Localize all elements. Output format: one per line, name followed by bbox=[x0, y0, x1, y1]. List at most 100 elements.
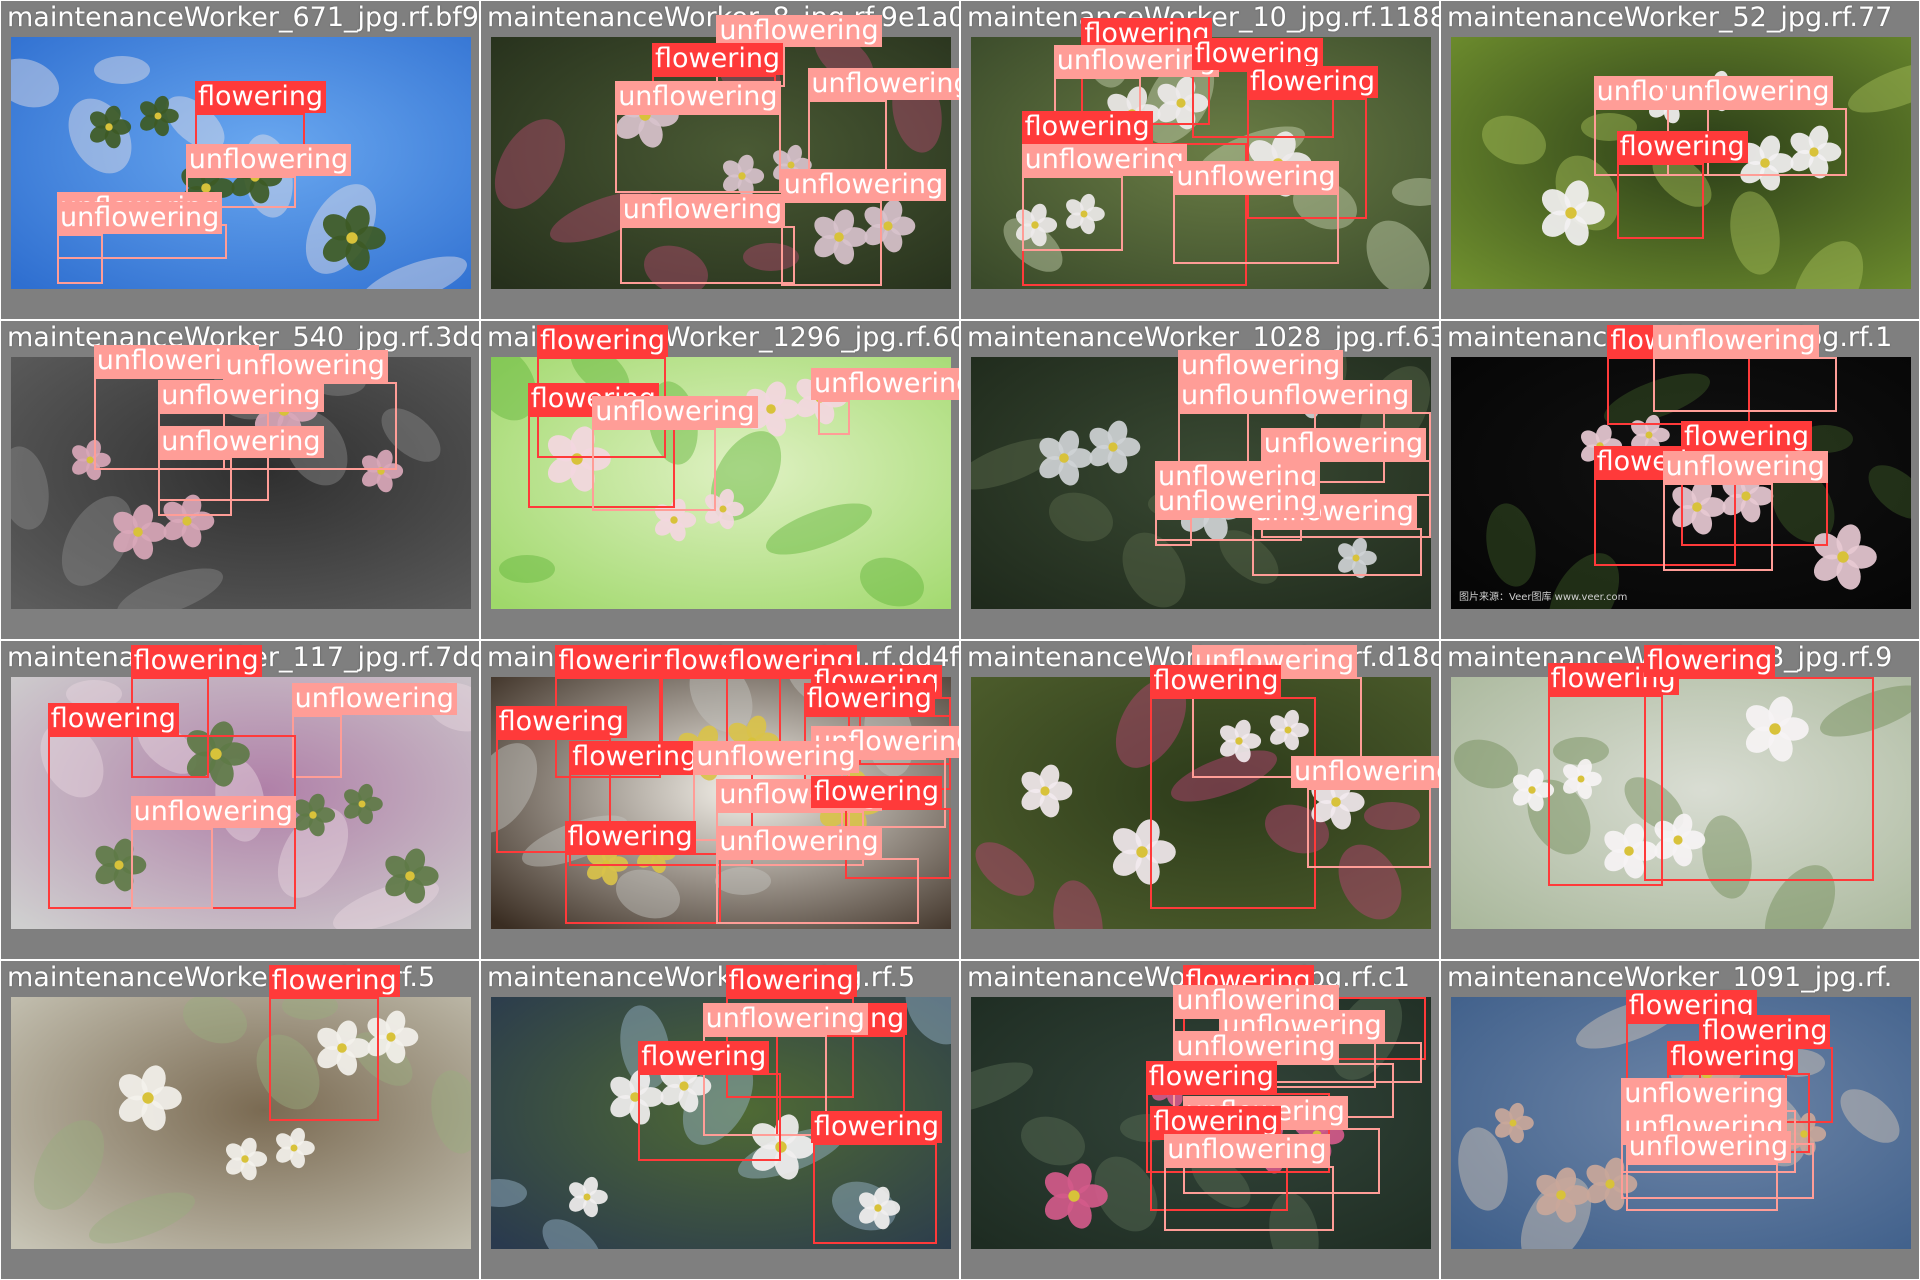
class-label: flowering bbox=[195, 80, 327, 113]
class-label: unflowering bbox=[1260, 428, 1427, 461]
class-label: flowering bbox=[569, 740, 701, 773]
class-label: unflowering bbox=[1291, 755, 1439, 788]
class-label: unflowering bbox=[222, 350, 388, 383]
class-label: flowering bbox=[130, 645, 262, 677]
image-tile: maintenanceWorker_1296_jpg.rf.607e94dbd3… bbox=[480, 320, 960, 640]
bounding-box bbox=[1251, 528, 1422, 577]
bounding-box bbox=[1616, 163, 1704, 239]
class-label: unflowering bbox=[808, 68, 959, 100]
class-label: unflowering bbox=[185, 143, 352, 176]
class-label: flowering bbox=[1145, 1060, 1277, 1093]
class-label: unflowering bbox=[619, 194, 786, 226]
class-label: unflowering bbox=[1621, 1078, 1787, 1111]
image-tile: maintenanceWorker_128_jpg.rf.9floweringf… bbox=[1440, 640, 1920, 960]
image-tile: maintenanceWorker_79_jpg.rf.d18d8c78ea17… bbox=[960, 640, 1440, 960]
class-label: flowering bbox=[1247, 65, 1379, 98]
bounding-box bbox=[615, 112, 781, 194]
class-label: unflowering bbox=[1625, 1131, 1792, 1164]
class-label: flowering bbox=[564, 821, 696, 854]
bounding-box bbox=[1150, 697, 1316, 909]
class-label: unflowering bbox=[811, 367, 959, 400]
class-label: unflowering bbox=[693, 740, 859, 773]
class-label: unflowering bbox=[1173, 1030, 1339, 1063]
class-label: flowering bbox=[1150, 665, 1282, 698]
image-tile: maintenanceWorker_117_jpg.rf.7dc50flower… bbox=[0, 640, 480, 960]
bounding-box bbox=[291, 714, 343, 778]
class-label: unflowering bbox=[130, 796, 296, 829]
class-label: unflowering bbox=[1155, 486, 1321, 519]
class-label: flowering bbox=[811, 776, 943, 808]
image-tile: maintenanceWorker_34_jpg.rf.dd4f12flower… bbox=[480, 640, 960, 960]
image-tile: maintenanceWorker_61_jpg.rf.5 flowering bbox=[0, 960, 480, 1280]
photo-image bbox=[11, 997, 471, 1249]
image-tile: maintenanceWorker_8_jpg.rf.9e1a0c84unflo… bbox=[480, 0, 960, 320]
class-label: flowering bbox=[495, 705, 627, 738]
bounding-box bbox=[817, 399, 850, 436]
class-label: flowering bbox=[537, 325, 669, 357]
class-label: unflowering bbox=[1178, 350, 1344, 383]
class-label: unflowering bbox=[57, 201, 223, 234]
detection-grid: maintenanceWorker_671_jpg.rf.bf921d0e3a4… bbox=[0, 0, 1920, 1280]
bounding-box bbox=[1306, 787, 1431, 869]
class-label: flowering bbox=[1667, 1040, 1799, 1073]
photo bbox=[11, 997, 471, 1249]
bounding-box bbox=[57, 233, 103, 284]
class-label: flowering bbox=[638, 1040, 770, 1073]
image-tile: maintenanceWorker_74_jpg.rf.c1floweringu… bbox=[960, 960, 1440, 1280]
image-tile: maintenanceWorker_52_jpg.rf.77 unflowerin… bbox=[1440, 0, 1920, 320]
filename-label: maintenanceWorker_52_jpg.rf.77 bbox=[1447, 2, 1893, 33]
class-label: unflowering bbox=[702, 1002, 868, 1035]
bounding-box bbox=[1021, 175, 1123, 252]
class-label: unflowering bbox=[1667, 75, 1833, 108]
bounding-box bbox=[1644, 677, 1875, 882]
image-tile: maintenanceWorker_1028_jpg.rf.63a28327un… bbox=[960, 320, 1440, 640]
class-label: flowering bbox=[1644, 645, 1776, 677]
class-label: unflowering bbox=[1021, 143, 1187, 176]
class-label: flowering bbox=[1021, 110, 1153, 143]
bounding-box bbox=[780, 200, 882, 287]
bounding-box bbox=[808, 100, 887, 176]
bounding-box bbox=[813, 1143, 938, 1244]
bounding-box bbox=[1653, 357, 1838, 413]
class-label: unflowering bbox=[158, 380, 324, 413]
bounding-box bbox=[158, 457, 232, 516]
class-label: flowering bbox=[811, 1111, 943, 1144]
bounding-box bbox=[130, 828, 214, 909]
bounding-box bbox=[1155, 518, 1192, 546]
image-tile: maintenanceWorker_1091_jpg.rf. flowering f… bbox=[1440, 960, 1920, 1280]
bounding-box bbox=[1625, 1163, 1778, 1212]
bounding-box bbox=[1662, 483, 1773, 572]
image-tile: maintenanceWorker_671_jpg.rf.bf921d0e3a4… bbox=[0, 0, 480, 320]
bounding-box bbox=[638, 1072, 781, 1161]
bounding-box bbox=[592, 427, 717, 511]
filename-label: maintenanceWorker_671_jpg.rf.bf921d0e3a4 bbox=[7, 2, 479, 33]
bounding-box bbox=[716, 858, 919, 924]
class-label: unflowering bbox=[1173, 161, 1339, 194]
class-label: unflowering bbox=[1164, 1133, 1330, 1166]
class-label: flowering bbox=[1616, 131, 1748, 163]
class-label: flowering bbox=[725, 965, 857, 997]
class-label: unflowering bbox=[592, 395, 758, 428]
bounding-box bbox=[564, 853, 721, 924]
bounding-box bbox=[268, 997, 379, 1121]
class-label: unflowering bbox=[1653, 325, 1819, 357]
image-tile: 图片来源：Veer图库 www.veer.commaintenanceWorke… bbox=[1440, 320, 1920, 640]
class-label: unflowering bbox=[615, 80, 781, 113]
class-label: unflowering bbox=[1662, 451, 1828, 483]
class-label: flowering bbox=[47, 703, 179, 735]
class-label: unflowering bbox=[780, 168, 947, 201]
photo-caption: 图片来源：Veer图库 www.veer.com bbox=[1459, 592, 1628, 603]
bounding-box bbox=[619, 226, 795, 284]
class-label: flowering bbox=[652, 42, 784, 75]
image-tile: maintenanceWorker_540_jpg.rf.3dd5 unflowe… bbox=[0, 320, 480, 640]
class-label: unflowering bbox=[291, 682, 457, 715]
class-label: unflowering bbox=[716, 826, 882, 859]
class-label: flowering bbox=[268, 965, 400, 997]
class-label: unflowering bbox=[1247, 380, 1413, 413]
class-label: unflowering bbox=[158, 425, 324, 458]
bounding-box bbox=[1164, 1165, 1335, 1232]
bounding-box bbox=[1173, 193, 1339, 264]
image-tile: maintenanceWorker_91_jpg.rf.5floweringfl… bbox=[480, 960, 960, 1280]
class-label: flowering bbox=[803, 682, 935, 715]
image-tile: maintenanceWorker_10_jpg.rf.11880e2be857… bbox=[960, 0, 1440, 320]
